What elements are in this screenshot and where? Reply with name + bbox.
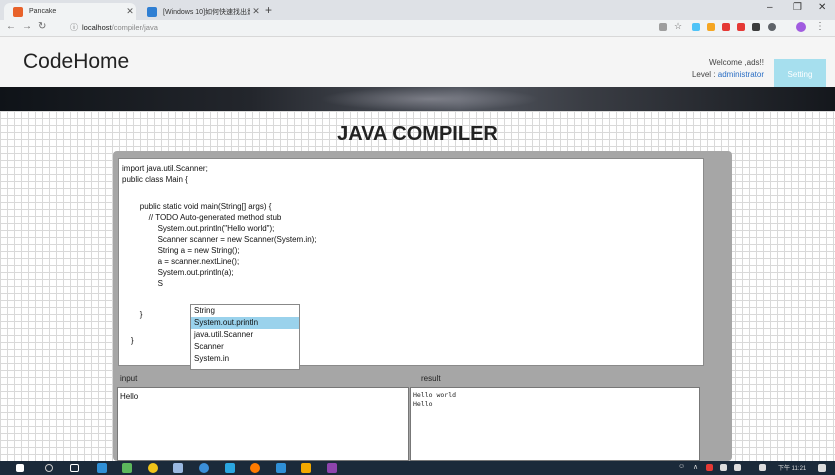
extension-icon[interactable] [737,23,745,31]
browser-tab-pancake[interactable]: Pancake ✕ [4,3,136,20]
code-line: String a = new String(); [122,246,240,255]
window-close-icon[interactable]: ✕ [818,2,826,13]
autocomplete-option[interactable]: System.in [191,353,299,365]
pancake-favicon-icon [13,6,23,17]
tab-close-icon[interactable]: ✕ [250,6,262,17]
user-level: Level : administrator [664,69,764,81]
code-line: S [122,279,163,288]
autocomplete-option[interactable]: Scanner [191,341,299,353]
windows-start-icon[interactable] [16,464,24,472]
menu-dots-icon[interactable]: ⋮ [815,21,825,32]
result-value: Hello world Hello [413,391,457,408]
extension-icon[interactable] [692,23,700,31]
search-icon[interactable] [45,464,53,472]
code-line: } [122,336,134,345]
app-icon[interactable] [276,463,286,473]
code-line: // TODO Auto-generated method stub [122,213,282,222]
back-arrow-icon[interactable]: ← [6,21,16,32]
code-line: Scanner scanner = new Scanner(System.in)… [122,235,317,244]
info-icon[interactable]: ⓘ [70,22,78,33]
code-line: System.out.println("Hello world"); [122,224,275,233]
tab-close-icon[interactable]: ✕ [124,6,136,17]
input-value: Hello [120,392,139,401]
setting-button[interactable]: Setting [774,59,826,89]
welcome-text: Welcome ,ads!! [709,58,764,67]
result-label: result [421,374,441,383]
autocomplete-option[interactable]: java.util.Scanner [191,329,299,341]
forward-arrow-icon[interactable]: → [22,21,32,32]
windows-taskbar: ☺ ∧ 下午 11:21 [0,461,835,475]
extension-icon[interactable] [752,23,760,31]
tab-label: Pancake [29,8,57,15]
autocomplete-option[interactable]: String [191,305,299,317]
app-icon[interactable] [148,463,158,473]
bookmark-star-icon[interactable]: ☆ [674,21,682,32]
tray-network-icon[interactable] [720,464,727,471]
code-line: } [122,310,143,319]
app-icon[interactable] [301,463,311,473]
site-header: CodeHome Welcome ,ads!! Level : administ… [0,37,835,89]
code-line: System.out.println(a); [122,268,234,277]
input-label: input [120,374,138,383]
input-textarea[interactable]: Hello [117,387,409,461]
extension-icon[interactable] [768,23,776,31]
extension-icon[interactable] [722,23,730,31]
page-title: JAVA COMPILER [337,123,498,145]
app-icon[interactable] [122,463,132,473]
code-line: public static void main(String[] args) { [122,202,272,211]
task-view-icon[interactable] [70,464,79,472]
tab-label: [Windows 10]如何快速找出畫面 [163,8,250,16]
article-favicon-icon [147,6,157,17]
code-line: a = scanner.nextLine(); [122,257,240,266]
level-label: Level : [691,70,718,79]
site-logo[interactable]: CodeHome [23,50,129,74]
app-icon[interactable] [97,463,107,473]
browser-tab-windows10[interactable]: [Windows 10]如何快速找出畫面 ✕ [138,3,262,20]
app-icon[interactable] [173,463,183,473]
url-path: /compiler/java [111,23,158,32]
tray-app-icon[interactable] [706,464,713,471]
browser-tab-strip: Pancake ✕ [Windows 10]如何快速找出畫面 ✕ + – ❐ ✕ [0,0,835,20]
code-line: import java.util.Scanner; [122,164,208,173]
visual-studio-icon[interactable] [327,463,337,473]
app-icon[interactable] [225,463,235,473]
tray-volume-icon[interactable] [734,464,741,471]
maximize-icon[interactable]: ❐ [793,2,802,13]
tray-ime-icon[interactable] [759,464,766,471]
tray-chevron-icon[interactable]: ∧ [693,463,698,471]
extension-icon[interactable] [707,23,715,31]
new-tab-plus-icon[interactable]: + [265,3,272,17]
code-line: public class Main { [122,175,188,184]
result-output: Hello world Hello [410,387,700,461]
app-icon[interactable] [199,463,209,473]
chrome-icon[interactable] [250,463,260,473]
user-info: Welcome ,ads!! Level : administrator [664,57,764,81]
autocomplete-dropdown: String System.out.println java.util.Scan… [190,304,300,370]
address-bar[interactable]: ⓘ localhost/compiler/java [70,22,158,33]
header-banner [0,87,835,111]
notification-icon[interactable] [818,464,826,472]
url-host: localhost [82,23,112,32]
profile-avatar[interactable] [796,22,806,32]
translate-icon[interactable] [659,23,667,31]
browser-toolbar: ← → ↻ ⓘ localhost/compiler/java ☆ ⋮ [0,20,835,37]
autocomplete-option-selected[interactable]: System.out.println [191,317,299,329]
level-value-link[interactable]: administrator [718,70,764,79]
tray-people-icon[interactable]: ☺ [678,463,685,470]
minimize-icon[interactable]: – [767,2,773,13]
reload-icon[interactable]: ↻ [38,21,46,32]
clock[interactable]: 下午 11:21 [778,463,806,472]
